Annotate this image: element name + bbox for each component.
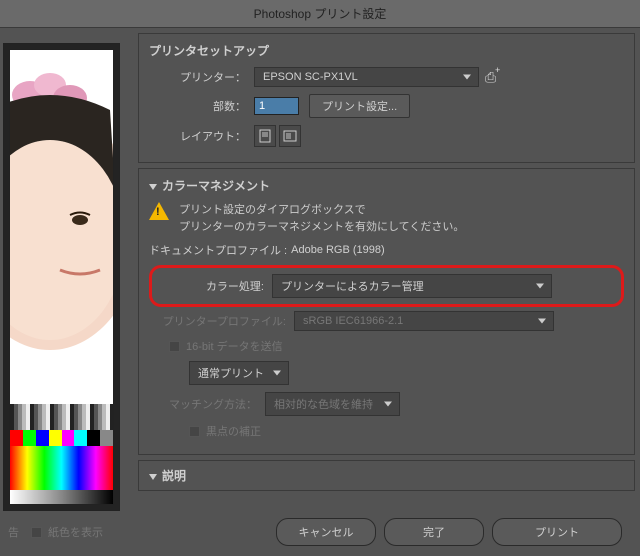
printer-profile-select: sRGB IEC61966-2.1 — [294, 311, 554, 331]
doc-profile-label: ドキュメントプロファイル : — [149, 242, 287, 258]
printer-label: プリンター： — [149, 69, 254, 85]
matching-label: マッチング方法： — [169, 396, 257, 412]
matching-select: 相対的な色域を維持 — [265, 392, 400, 416]
blackpoint-label: 黒点の補正 — [206, 423, 261, 439]
done-button[interactable]: 完了 — [384, 518, 484, 546]
print-button[interactable]: プリント — [492, 518, 622, 546]
color-handling-select[interactable]: プリンターによるカラー管理 — [272, 274, 552, 298]
warning-text: プリント設定のダイアログボックスで プリンターのカラーマネジメントを有効にしてく… — [179, 202, 464, 235]
add-printer-icon[interactable] — [485, 69, 496, 86]
doc-profile-value: Adobe RGB (1998) — [291, 244, 385, 256]
normal-print-select[interactable]: 通常プリント — [189, 361, 289, 385]
preview-thumbnail — [3, 43, 120, 511]
printer-setup-header: プリンタセットアップ — [149, 42, 624, 59]
face-image — [9, 90, 114, 350]
color-management-panel: カラーマネジメント プリント設定のダイアログボックスで プリンターのカラーマネジ… — [138, 168, 635, 455]
blackpoint-checkbox — [189, 426, 200, 437]
description-header[interactable]: 説明 — [149, 467, 624, 484]
copies-label: 部数： — [149, 98, 254, 114]
printer-setup-panel: プリンタセットアップ プリンター： EPSON SC-PX1VL 部数： プリン… — [138, 33, 635, 163]
portrait-icon[interactable] — [254, 125, 276, 147]
preview-pane — [0, 28, 133, 508]
layout-label: レイアウト： — [149, 128, 254, 144]
warn-summary: 告 — [8, 524, 19, 540]
printer-select[interactable]: EPSON SC-PX1VL — [254, 67, 479, 87]
landscape-icon[interactable] — [279, 125, 301, 147]
sixteen-bit-label: 16-bit データを送信 — [186, 338, 283, 354]
cancel-button[interactable]: キャンセル — [276, 518, 376, 546]
warning-icon — [149, 202, 169, 220]
description-panel: 説明 — [138, 460, 635, 491]
color-handling-highlight: カラー処理: プリンターによるカラー管理 — [149, 265, 624, 307]
color-calibration-bars — [10, 404, 113, 504]
copies-input[interactable] — [254, 97, 299, 115]
window-title: Photoshop プリント設定 — [0, 0, 640, 28]
paper-color-checkbox — [31, 527, 42, 538]
color-handling-label: カラー処理: — [162, 278, 272, 294]
paper-color-label: 紙色を表示 — [48, 524, 103, 540]
color-management-header[interactable]: カラーマネジメント — [149, 177, 624, 194]
sixteen-bit-checkbox — [169, 341, 180, 352]
print-settings-button[interactable]: プリント設定... — [309, 94, 410, 118]
printer-profile-label: プリンタープロファイル: — [149, 313, 294, 329]
